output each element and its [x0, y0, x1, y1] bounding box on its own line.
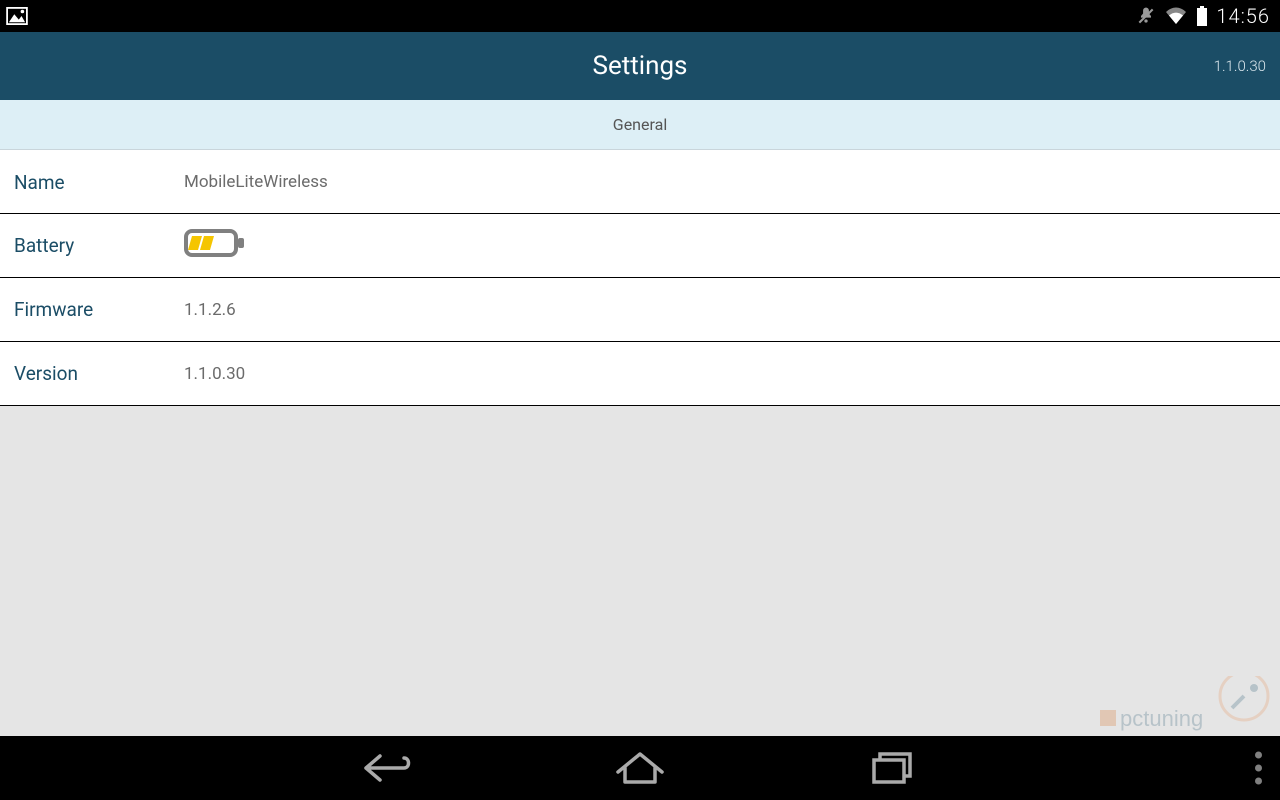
row-value-name: MobileLiteWireless	[184, 172, 328, 192]
android-nav-bar	[0, 736, 1280, 800]
section-header-label: General	[613, 115, 667, 134]
dot-icon	[1255, 752, 1262, 759]
mute-icon	[1136, 6, 1156, 26]
row-label-battery: Battery	[14, 234, 184, 257]
row-label-name: Name	[14, 171, 184, 194]
wifi-icon	[1164, 6, 1188, 26]
section-header-general: General	[0, 100, 1280, 150]
settings-row-battery: Battery	[0, 214, 1280, 278]
settings-row-firmware: Firmware 1.1.2.6	[0, 278, 1280, 342]
status-clock: 14:56	[1216, 4, 1270, 28]
nav-overflow-button[interactable]	[1255, 752, 1262, 785]
settings-row-name[interactable]: Name MobileLiteWireless	[0, 150, 1280, 214]
nav-back-button[interactable]	[354, 736, 418, 800]
battery-icon	[1196, 6, 1208, 26]
row-label-version: Version	[14, 362, 184, 385]
settings-list: Name MobileLiteWireless Battery Firmware…	[0, 150, 1280, 406]
settings-row-version: Version 1.1.0.30	[0, 342, 1280, 406]
page-title: Settings	[593, 51, 688, 81]
nav-recents-button[interactable]	[862, 736, 926, 800]
app-header: Settings 1.1.0.30	[0, 32, 1280, 100]
row-value-version: 1.1.0.30	[184, 364, 245, 384]
android-status-bar: 14:56	[0, 0, 1280, 32]
row-value-firmware: 1.1.2.6	[184, 300, 236, 320]
app-version-label: 1.1.0.30	[1214, 57, 1266, 75]
row-label-firmware: Firmware	[14, 298, 184, 321]
dot-icon	[1255, 778, 1262, 785]
svg-text:pctuning: pctuning	[1120, 706, 1203, 731]
picture-icon	[6, 7, 28, 25]
battery-indicator-icon	[184, 229, 246, 257]
watermark: pctuning	[1094, 676, 1274, 740]
dot-icon	[1255, 765, 1262, 772]
nav-home-button[interactable]	[608, 736, 672, 800]
